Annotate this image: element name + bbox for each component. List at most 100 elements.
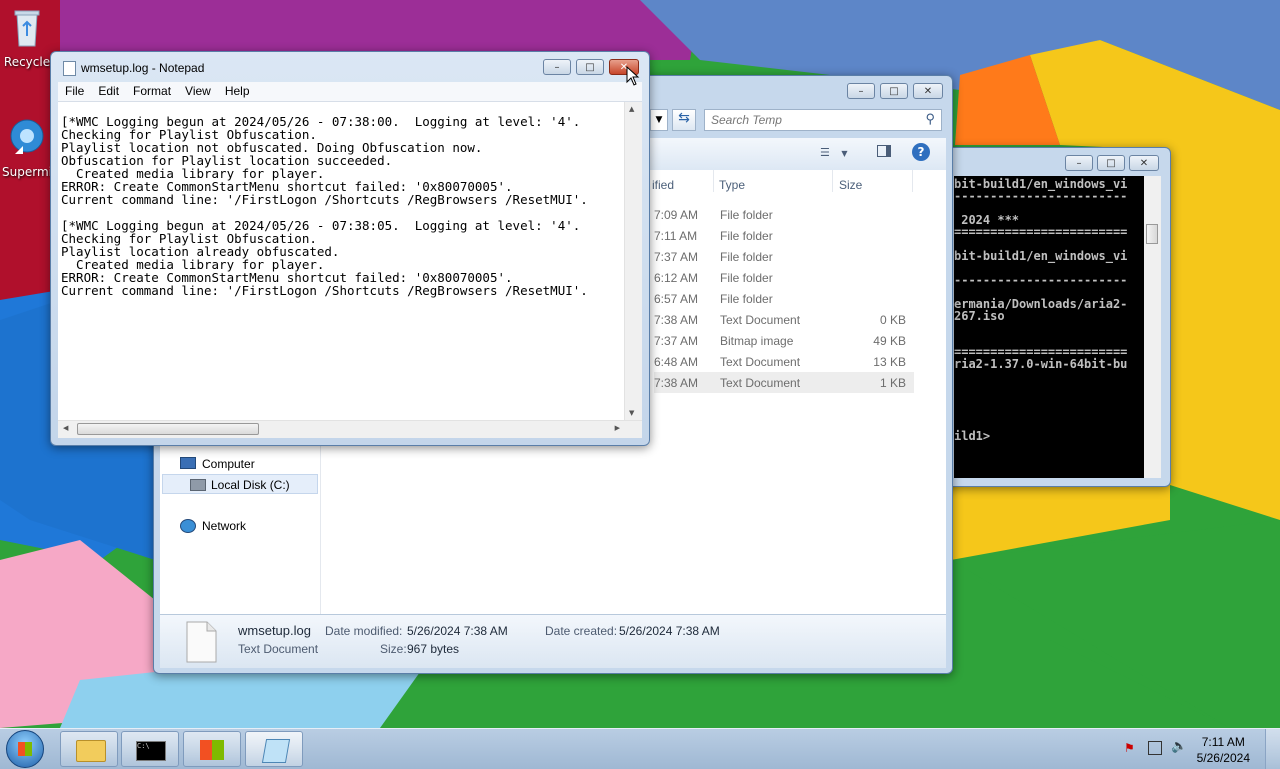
details-pane: wmsetup.log Text Document Date modified:… xyxy=(160,614,946,668)
preview-pane-icon xyxy=(877,145,891,157)
details-date-created: 5/26/2024 7:38 AM xyxy=(619,624,720,638)
file-row[interactable]: 6:12 AM File folder xyxy=(654,267,914,288)
file-row[interactable]: 7:09 AM File folder xyxy=(654,204,914,225)
minimize-icon: – xyxy=(858,85,864,97)
address-dropdown-button[interactable]: ▼ xyxy=(650,109,668,131)
notepad-titlebar[interactable]: wmsetup.log - Notepad – □ ✕ xyxy=(51,52,649,82)
file-modified: 7:37 AM xyxy=(654,250,699,264)
nav-item-network[interactable]: Network xyxy=(162,516,318,536)
command-prompt-icon: C:\ xyxy=(136,741,166,761)
cmd-console-output[interactable]: bit-build1/en_windows_vi ---------------… xyxy=(954,176,1144,478)
file-row[interactable]: 7:37 AM Bitmap image 49 KB xyxy=(654,330,914,351)
file-modified: 7:37 AM xyxy=(654,334,699,348)
file-size: 0 KB xyxy=(879,313,906,327)
file-modified: 6:57 AM xyxy=(654,292,699,306)
help-button[interactable]: ? xyxy=(912,143,930,161)
file-row-selected[interactable]: 7:38 AM Text Document 1 KB xyxy=(654,372,914,393)
file-type: Text Document xyxy=(720,376,801,390)
column-header-modified[interactable]: ified xyxy=(652,178,674,192)
file-row[interactable]: 6:48 AM Text Document 13 KB xyxy=(654,351,914,372)
help-icon: ? xyxy=(917,145,925,159)
volume-muted-icon[interactable]: 🔈 xyxy=(1171,739,1187,754)
preview-pane-button[interactable] xyxy=(877,145,895,161)
menu-file[interactable]: File xyxy=(58,82,91,101)
file-row[interactable]: 7:37 AM File folder xyxy=(654,246,914,267)
cmd-titlebar[interactable]: – □ ✕ xyxy=(934,148,1170,178)
scroll-right-icon: ▶ xyxy=(614,424,620,432)
explorer-maximize-button[interactable]: □ xyxy=(880,83,908,99)
file-type: Bitmap image xyxy=(720,334,794,348)
file-modified: 7:09 AM xyxy=(654,208,699,222)
menu-format[interactable]: Format xyxy=(126,82,178,101)
show-desktop-button[interactable] xyxy=(1265,729,1280,769)
taskbar-notepad-button[interactable] xyxy=(245,731,303,767)
taskbar-explorer-button[interactable] xyxy=(60,731,118,767)
notepad-menu-bar: File Edit Format View Help xyxy=(58,82,642,102)
file-row[interactable]: 7:38 AM Text Document 0 KB xyxy=(654,309,914,330)
chevron-down-icon: ▼ xyxy=(841,149,848,158)
search-placeholder: Search Temp xyxy=(711,113,782,127)
column-header-type[interactable]: Type xyxy=(719,178,745,192)
nav-item-local-disk[interactable]: Local Disk (C:) xyxy=(162,474,318,494)
refresh-icon: ⇆ xyxy=(678,110,690,126)
cmd-close-button[interactable]: ✕ xyxy=(1129,155,1159,171)
clock-date: 5/26/2024 xyxy=(1196,751,1250,765)
horizontal-scroll-thumb[interactable] xyxy=(77,423,259,435)
notepad-maximize-button[interactable]: □ xyxy=(576,59,604,75)
menu-help[interactable]: Help xyxy=(218,82,257,101)
browser-icon xyxy=(10,119,44,154)
file-type: File folder xyxy=(720,292,773,306)
menu-edit[interactable]: Edit xyxy=(91,82,126,101)
notepad-icon xyxy=(261,739,291,763)
cmd-scroll-thumb[interactable] xyxy=(1146,224,1158,244)
start-button[interactable] xyxy=(6,730,44,768)
system-clock[interactable]: 7:11 AM 5/26/2024 xyxy=(1197,734,1250,766)
windows-logo-icon xyxy=(18,742,32,756)
notepad-text-area[interactable]: [*WMC Logging begun at 2024/05/26 - 07:3… xyxy=(58,102,625,420)
cmd-minimize-button[interactable]: – xyxy=(1065,155,1093,171)
column-divider xyxy=(912,170,913,192)
refresh-button[interactable]: ⇆ xyxy=(672,109,696,131)
search-input[interactable]: Search Temp ⚲ xyxy=(704,109,942,131)
details-filetype: Text Document xyxy=(238,642,319,656)
menu-view[interactable]: View xyxy=(178,82,218,101)
column-header-size[interactable]: Size xyxy=(839,178,862,192)
details-size-label: Size: xyxy=(380,642,407,656)
file-modified: 6:48 AM xyxy=(654,355,699,369)
explorer-close-button[interactable]: ✕ xyxy=(913,83,943,99)
notepad-window[interactable]: wmsetup.log - Notepad – □ ✕ File Edit Fo… xyxy=(50,51,650,446)
close-icon: ✕ xyxy=(923,85,933,97)
notepad-minimize-button[interactable]: – xyxy=(543,59,571,75)
cmd-window[interactable]: – □ ✕ bit-build1/en_windows_vi ---------… xyxy=(933,147,1171,487)
notepad-vertical-scrollbar[interactable]: ▲ ▼ xyxy=(624,102,642,420)
maximize-icon: □ xyxy=(1106,157,1116,169)
scroll-up-icon: ▲ xyxy=(629,105,635,113)
network-status-icon[interactable] xyxy=(1148,741,1162,755)
file-type: Text Document xyxy=(720,355,801,369)
nav-item-computer[interactable]: Computer xyxy=(162,454,318,474)
file-type: File folder xyxy=(720,208,773,222)
file-row[interactable]: 6:57 AM File folder xyxy=(654,288,914,309)
notepad-horizontal-scrollbar[interactable]: ◀ ▶ xyxy=(58,420,642,438)
taskbar-cmd-button[interactable]: C:\ xyxy=(121,731,179,767)
computer-icon xyxy=(180,457,196,469)
notepad-app-icon xyxy=(63,61,76,76)
cmd-vertical-scrollbar[interactable] xyxy=(1144,176,1161,478)
change-view-button[interactable]: ☰ ▼ xyxy=(820,146,858,162)
details-date-modified-label: Date modified: xyxy=(325,624,403,638)
taskbar-browser-button[interactable] xyxy=(183,731,241,767)
file-size: 49 KB xyxy=(873,334,906,348)
details-date-created-label: Date created: xyxy=(545,624,618,638)
recycle-bin-icon xyxy=(14,10,40,47)
nav-item-label: Network xyxy=(202,519,247,533)
action-center-icon[interactable]: ⚑ xyxy=(1124,741,1138,755)
taskbar: C:\ ⚑ 🔈 7:11 AM 5/26/2024 xyxy=(0,728,1280,769)
nav-item-label: Computer xyxy=(202,457,255,471)
column-divider xyxy=(713,170,714,192)
cmd-maximize-button[interactable]: □ xyxy=(1097,155,1125,171)
file-row[interactable]: 7:11 AM File folder xyxy=(654,225,914,246)
close-icon: ✕ xyxy=(1139,157,1149,169)
notepad-text-content: [*WMC Logging begun at 2024/05/26 - 07:3… xyxy=(61,114,588,298)
maximize-icon: □ xyxy=(889,85,899,97)
explorer-minimize-button[interactable]: – xyxy=(847,83,875,99)
